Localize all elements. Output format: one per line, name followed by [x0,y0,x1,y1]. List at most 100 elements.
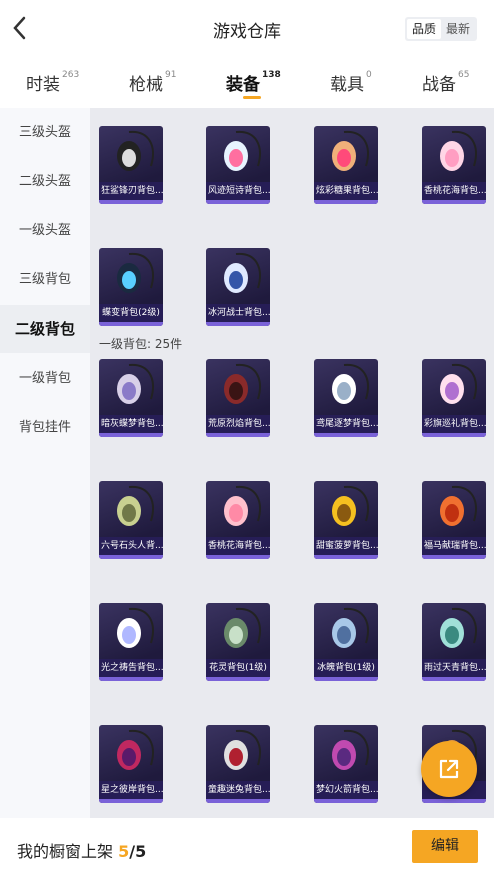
quality-bar [314,677,378,681]
item-card[interactable]: 蝶变背包(2级) [99,248,163,326]
item-card[interactable]: 花灵背包(1级) [206,603,270,681]
tab-count: 263 [62,70,80,81]
item-card[interactable]: 福马献瑞背包... [422,481,486,559]
quality-bar [99,799,163,803]
tab-label: 时装 [26,75,60,95]
tab-equipment[interactable]: 装备 138 [226,70,281,95]
tab-guns[interactable]: 枪械 91 [129,70,176,95]
item-card[interactable]: 风迹短诗背包... [206,126,270,204]
item-name: 鸢尾逐梦背包... [314,415,378,433]
item-card[interactable]: 炫彩糖果背包... [314,126,378,204]
quality-bar [314,799,378,803]
item-name: 风迹短诗背包... [206,182,270,200]
item-card[interactable]: 梦幻火箭背包... [314,725,378,803]
item-name: 花灵背包(1级) [206,659,270,677]
item-name: 童趣迷兔背包... [206,781,270,799]
rain-sky-backpack-icon [440,607,477,648]
sidebar-item-level2-backpack[interactable]: 二级背包 [0,305,90,353]
tab-fashion[interactable]: 时装 263 [26,70,79,95]
sort-toggle: 品质 最新 [405,17,477,41]
quality-bar [99,322,163,326]
bunny-backpack-icon [224,729,261,770]
item-name: 冰河战士背包... [206,304,270,322]
iris-backpack-icon [332,363,369,404]
candy-backpack-icon [332,130,369,171]
item-card[interactable]: 狂鲨锋刃背包... [99,126,163,204]
item-card[interactable]: 冰魄背包(1级) [314,603,378,681]
edit-button[interactable]: 编辑 [412,830,478,863]
star-shore-backpack-icon [117,729,154,770]
item-name: 六号石头人背... [99,537,163,555]
sidebar-item-level2-helmet[interactable]: 二级头盔 [0,158,90,206]
quality-bar [99,433,163,437]
quality-bar [314,433,378,437]
showcase-status: 我的橱窗上架 5/5 [17,838,146,862]
quality-bar [206,200,270,204]
item-card[interactable]: 雨过天青背包... [422,603,486,681]
sidebar-item-level1-helmet[interactable]: 一级头盔 [0,207,90,255]
quality-bar [99,200,163,204]
item-name: 星之彼岸背包... [99,781,163,799]
item-card[interactable]: 香桃花海背包... [206,481,270,559]
quality-bar [314,200,378,204]
tab-label: 装备 [226,75,260,95]
showcase-label: 我的橱窗上架 [17,842,114,861]
quality-bar [422,677,486,681]
sort-latest-button[interactable]: 最新 [441,19,475,39]
item-card[interactable]: 六号石头人背... [99,481,163,559]
grey-butterfly-backpack-icon [117,363,154,404]
item-card[interactable]: 光之祷告背包... [99,603,163,681]
quality-bar [422,433,486,437]
quality-bar [422,799,486,803]
sidebar: 三级头盔 二级头盔 一级头盔 三级背包 二级背包 一级背包 背包挂件 [0,108,90,818]
light-prayer-backpack-icon [117,607,154,648]
item-card[interactable]: 鸢尾逐梦背包... [314,359,378,437]
item-name: 蝶变背包(2级) [99,304,163,322]
quality-bar [314,555,378,559]
butterfly-backpack-icon [117,252,154,293]
item-name: 彩旗巡礼背包... [422,415,486,433]
item-card[interactable]: 甜蜜菠萝背包... [314,481,378,559]
tab-count: 0 [366,70,372,81]
quality-bar [99,555,163,559]
item-card[interactable]: 冰河战士背包... [206,248,270,326]
item-card[interactable]: 彩旗巡礼背包... [422,359,486,437]
item-name: 香桃花海背包... [422,182,486,200]
item-card[interactable]: 暗灰蝶梦背包... [99,359,163,437]
item-name: 荒原烈焰背包... [206,415,270,433]
tab-count: 91 [165,70,177,81]
quality-bar [206,677,270,681]
flower-spirit-backpack-icon [224,607,261,648]
item-card[interactable]: 香桃花海背包... [422,126,486,204]
item-card[interactable]: 童趣迷兔背包... [206,725,270,803]
item-name: 福马献瑞背包... [422,537,486,555]
tab-label: 枪械 [129,75,163,95]
item-card[interactable]: 星之彼岸背包... [99,725,163,803]
tab-vehicles[interactable]: 载具 0 [330,70,372,95]
shark-backpack-icon [117,130,154,171]
item-card[interactable]: 荒原烈焰背包... [206,359,270,437]
item-name: 暗灰蝶梦背包... [99,415,163,433]
quality-bar [206,555,270,559]
tab-supplies[interactable]: 战备 65 [422,70,469,95]
sidebar-item-backpack-pendant[interactable]: 背包挂件 [0,404,90,452]
sidebar-item-level3-backpack[interactable]: 三级背包 [0,256,90,304]
flag-backpack-icon [440,363,477,404]
item-name: 梦幻火箭背包... [314,781,378,799]
wasteland-flame-backpack-icon [224,363,261,404]
lucky-horse-backpack-icon [440,485,477,526]
item-name: 冰魄背包(1级) [314,659,378,677]
sidebar-item-level1-backpack[interactable]: 一级背包 [0,355,90,403]
external-link-icon [439,759,459,779]
section-label-level1: 一级背包: 25件 [99,337,183,351]
share-fab-button[interactable] [421,741,477,797]
sort-quality-button[interactable]: 品质 [407,19,441,39]
tab-count: 65 [458,70,470,81]
quality-bar [206,433,270,437]
sidebar-item-level3-helmet[interactable]: 三级头盔 [0,109,90,157]
showcase-total: 5 [135,842,147,861]
peach-backpack-icon [440,130,477,171]
item-name: 狂鲨锋刃背包... [99,182,163,200]
quality-bar [206,322,270,326]
pineapple-backpack-icon [332,485,369,526]
